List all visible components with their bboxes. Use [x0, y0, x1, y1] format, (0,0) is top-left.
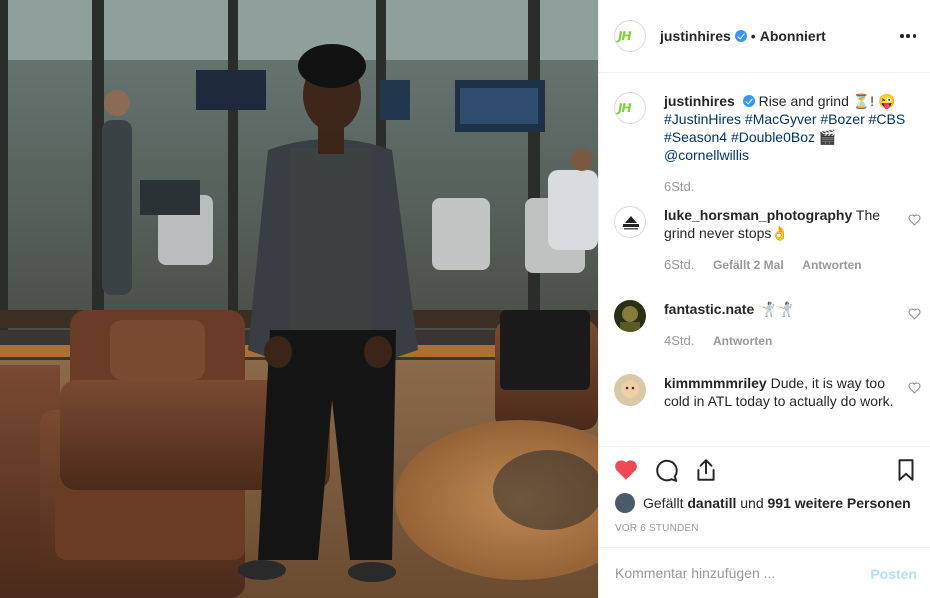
comments-list[interactable]: JH justinhires Rise and grind ⏳! 😜 #Just… — [599, 74, 930, 446]
instagram-post: JH justinhires • Abonniert JH justinhire… — [0, 0, 930, 598]
comment-meta: 6Std. Gefällt 2 Mal Antworten — [664, 256, 914, 274]
commenter-avatar[interactable] — [614, 300, 646, 332]
comment-icon[interactable] — [653, 457, 679, 483]
header-separator: • — [750, 28, 756, 44]
comment-item: luke_horsman_photography The grind never… — [614, 206, 921, 274]
post-header: JH justinhires • Abonniert — [599, 0, 930, 73]
follow-status-button[interactable]: Abonniert — [760, 28, 826, 44]
caption-meta: 6Std. — [664, 178, 914, 196]
author-username[interactable]: justinhires — [660, 28, 731, 44]
avatar-photo — [620, 306, 640, 332]
comment-like-heart-icon[interactable] — [908, 214, 921, 226]
likes-user[interactable]: danatill — [687, 495, 736, 511]
post-caption: JH justinhires Rise and grind ⏳! 😜 #Just… — [614, 92, 914, 196]
avatar-photo — [621, 380, 639, 398]
comment-author[interactable]: luke_horsman_photography — [664, 207, 852, 223]
caption-hashtags-line1[interactable]: #JustinHires #MacGyver #Bozer #CBS — [664, 111, 905, 127]
add-comment-bar: Posten — [599, 547, 930, 598]
likes-and: und — [740, 495, 764, 511]
like-heart-icon[interactable] — [613, 457, 639, 483]
caption-text: Rise and grind ⏳! 😜 — [758, 93, 896, 109]
comment-item: fantastic.nate 🤺🤺 4Std. Antworten — [614, 300, 921, 350]
commenter-avatar[interactable] — [614, 374, 646, 406]
comment-item: kimmmmmriley Dude, it is way too cold in… — [614, 374, 921, 410]
post-photo[interactable] — [0, 0, 598, 598]
comment-author[interactable]: kimmmmmriley — [664, 375, 767, 391]
post-actions: Gefällt danatill und 991 weitere Persone… — [599, 446, 930, 547]
post-timestamp[interactable]: VOR 6 STUNDEN — [615, 523, 699, 534]
photography-logo-icon — [623, 216, 639, 230]
post-side-panel: JH justinhires • Abonniert JH justinhire… — [598, 0, 930, 598]
comment-text: 🤺🤺 — [758, 301, 794, 317]
verified-badge-icon — [734, 30, 747, 42]
comment-meta: 4Std. Antworten — [664, 332, 914, 350]
liker-avatar[interactable] — [615, 493, 635, 513]
comment-input[interactable] — [615, 562, 855, 584]
caption-author-avatar[interactable]: JH — [614, 92, 646, 124]
comment-like-heart-icon[interactable] — [908, 382, 921, 394]
bookmark-save-icon[interactable] — [893, 457, 919, 483]
likes-summary: Gefällt danatill und 991 weitere Persone… — [615, 493, 911, 513]
reply-button[interactable]: Antworten — [713, 334, 772, 348]
caption-mention[interactable]: @cornellwillis — [664, 147, 749, 163]
comment-age[interactable]: 6Std. — [664, 257, 694, 272]
comment-like-heart-icon[interactable] — [908, 308, 921, 320]
likes-others-link[interactable]: 991 weitere Personen — [768, 495, 911, 511]
likes-prefix: Gefällt — [643, 495, 684, 511]
comment-author[interactable]: fantastic.nate — [664, 301, 754, 317]
verified-badge-icon — [742, 95, 755, 107]
share-icon[interactable] — [693, 457, 719, 483]
caption-hashtags-line2[interactable]: #Season4 #Double0Boz 🎬 — [664, 129, 836, 145]
post-image — [0, 0, 598, 598]
comment-age[interactable]: 4Std. — [664, 333, 694, 348]
more-options-icon[interactable] — [900, 28, 916, 44]
caption-age[interactable]: 6Std. — [664, 179, 694, 194]
author-logo-graffiti: JH — [616, 29, 632, 43]
author-avatar[interactable]: JH — [614, 20, 646, 52]
commenter-avatar[interactable] — [614, 206, 646, 238]
post-comment-button[interactable]: Posten — [870, 566, 917, 582]
reply-button[interactable]: Antworten — [802, 258, 861, 272]
caption-author[interactable]: justinhires — [664, 93, 735, 109]
comment-likes[interactable]: Gefällt 2 Mal — [713, 258, 784, 272]
